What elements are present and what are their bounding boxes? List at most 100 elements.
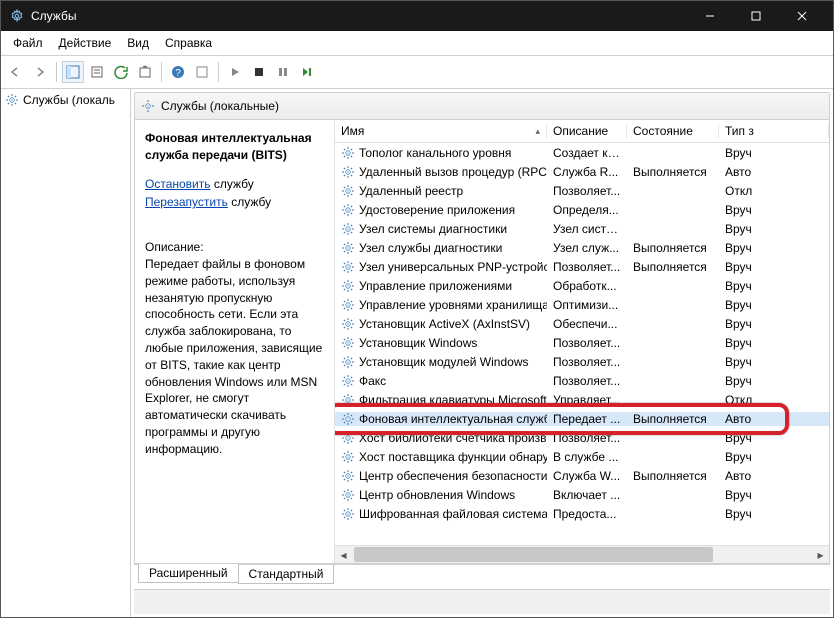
service-desc: Позволяет... bbox=[547, 431, 627, 445]
service-row[interactable]: Шифрованная файловая система (EFS)Предос… bbox=[335, 504, 829, 523]
tab-standard[interactable]: Стандартный bbox=[238, 565, 335, 584]
app-gear-icon bbox=[9, 8, 25, 24]
menu-help[interactable]: Справка bbox=[159, 34, 218, 52]
show-hide-tree-icon[interactable] bbox=[62, 61, 84, 83]
tree-root-label: Службы (локаль bbox=[23, 93, 115, 107]
minimize-button[interactable] bbox=[687, 1, 733, 31]
service-startup: Вруч bbox=[719, 374, 829, 388]
column-state[interactable]: Состояние bbox=[627, 124, 719, 138]
list-header-title: Службы (локальные) bbox=[161, 99, 279, 113]
service-row[interactable]: Управление уровнями хранилищаОптимизи...… bbox=[335, 295, 829, 314]
description-text: Передает файлы в фоновом режиме работы, … bbox=[145, 256, 324, 458]
window-title: Службы bbox=[31, 9, 687, 23]
service-row[interactable]: Установщик модулей WindowsПозволяет...Вр… bbox=[335, 352, 829, 371]
service-list[interactable]: Тополог канального уровняСоздает ка...Вр… bbox=[335, 143, 829, 545]
service-name: Центр обеспечения безопасности bbox=[359, 469, 547, 483]
column-name[interactable]: Имя▴ bbox=[335, 124, 547, 138]
gear-icon bbox=[341, 184, 355, 198]
service-desc: Позволяет... bbox=[547, 374, 627, 388]
service-row[interactable]: Узел системы диагностикиУзел систе...Вру… bbox=[335, 219, 829, 238]
service-row[interactable]: Установщик WindowsПозволяет...Вруч bbox=[335, 333, 829, 352]
maximize-button[interactable] bbox=[733, 1, 779, 31]
list-header-bar: Службы (локальные) bbox=[134, 92, 830, 120]
detail-panel: Фоновая интеллектуальная служба передачи… bbox=[135, 120, 335, 563]
service-row[interactable]: Фильтрация клавиатуры MicrosoftУправляет… bbox=[335, 390, 829, 409]
scroll-right-icon[interactable]: ▸ bbox=[812, 546, 829, 563]
service-startup: Вруч bbox=[719, 241, 829, 255]
service-name: Узел системы диагностики bbox=[359, 222, 507, 236]
pause-icon[interactable] bbox=[272, 61, 294, 83]
service-state: Выполняется bbox=[627, 412, 719, 426]
menu-file[interactable]: Файл bbox=[7, 34, 49, 52]
service-row[interactable]: Установщик ActiveX (AxInstSV)Обеспечи...… bbox=[335, 314, 829, 333]
service-desc: Управляет... bbox=[547, 393, 627, 407]
service-row[interactable]: Удаленный вызов процедур (RPC)Служба R..… bbox=[335, 162, 829, 181]
refresh-icon[interactable] bbox=[110, 61, 132, 83]
gear-icon bbox=[341, 374, 355, 388]
close-button[interactable] bbox=[779, 1, 825, 31]
gear-icon bbox=[341, 412, 355, 426]
tab-extended[interactable]: Расширенный bbox=[138, 564, 239, 583]
gear-icon bbox=[341, 146, 355, 160]
service-name: Центр обновления Windows bbox=[359, 488, 515, 502]
service-row[interactable]: Фоновая интеллектуальная служба п...Пере… bbox=[335, 409, 829, 428]
service-name: Хост поставщика функции обнаруже... bbox=[359, 450, 547, 464]
service-row[interactable]: Хост библиотеки счетчика производи...Поз… bbox=[335, 428, 829, 447]
horizontal-scrollbar[interactable]: ◂ ▸ bbox=[335, 545, 829, 563]
properties-icon[interactable] bbox=[86, 61, 108, 83]
help-icon[interactable]: ? bbox=[167, 61, 189, 83]
service-startup: Вруч bbox=[719, 203, 829, 217]
menu-view[interactable]: Вид bbox=[121, 34, 155, 52]
gear-icon bbox=[341, 507, 355, 521]
action-icon[interactable] bbox=[191, 61, 213, 83]
service-desc: В службе ... bbox=[547, 450, 627, 464]
service-desc: Оптимизи... bbox=[547, 298, 627, 312]
service-row[interactable]: ФаксПозволяет...Вруч bbox=[335, 371, 829, 390]
gear-icon bbox=[341, 298, 355, 312]
service-row[interactable]: Хост поставщика функции обнаруже...В слу… bbox=[335, 447, 829, 466]
service-row[interactable]: Центр обеспечения безопасностиСлужба W..… bbox=[335, 466, 829, 485]
menu-action[interactable]: Действие bbox=[53, 34, 118, 52]
service-row[interactable]: Узел службы диагностикиУзел служ...Выпол… bbox=[335, 238, 829, 257]
service-desc: Служба R... bbox=[547, 165, 627, 179]
service-startup: Авто bbox=[719, 412, 829, 426]
service-row[interactable]: Узел универсальных PNP-устройствПозволяе… bbox=[335, 257, 829, 276]
stop-icon[interactable] bbox=[248, 61, 270, 83]
service-row[interactable]: Тополог канального уровняСоздает ка...Вр… bbox=[335, 143, 829, 162]
restart-icon[interactable] bbox=[296, 61, 318, 83]
gear-icon bbox=[5, 93, 19, 107]
service-name: Тополог канального уровня bbox=[359, 146, 511, 160]
gear-icon bbox=[341, 336, 355, 350]
restart-service-link[interactable]: Перезапустить bbox=[145, 195, 228, 209]
service-row[interactable]: Центр обновления WindowsВключает ...Вруч bbox=[335, 485, 829, 504]
column-startup[interactable]: Тип з bbox=[719, 124, 829, 138]
export-icon[interactable] bbox=[134, 61, 156, 83]
service-row[interactable]: Удостоверение приложенияОпределя...Вруч bbox=[335, 200, 829, 219]
service-desc: Определя... bbox=[547, 203, 627, 217]
view-tabs: Расширенный Стандартный bbox=[134, 564, 830, 587]
service-state: Выполняется bbox=[627, 241, 719, 255]
service-row[interactable]: Управление приложениямиОбработк...Вруч bbox=[335, 276, 829, 295]
service-startup: Вруч bbox=[719, 507, 829, 521]
service-desc: Позволяет... bbox=[547, 336, 627, 350]
menubar: Файл Действие Вид Справка bbox=[1, 31, 833, 56]
service-desc: Включает ... bbox=[547, 488, 627, 502]
service-row[interactable]: Удаленный реестрПозволяет...Откл bbox=[335, 181, 829, 200]
service-desc: Позволяет... bbox=[547, 355, 627, 369]
play-icon[interactable] bbox=[224, 61, 246, 83]
back-icon[interactable] bbox=[5, 61, 27, 83]
gear-icon bbox=[341, 355, 355, 369]
column-description[interactable]: Описание bbox=[547, 124, 627, 138]
description-label: Описание: bbox=[145, 239, 324, 256]
tree-root-item[interactable]: Службы (локаль bbox=[5, 93, 126, 107]
service-startup: Авто bbox=[719, 469, 829, 483]
service-name: Узел службы диагностики bbox=[359, 241, 502, 255]
stop-service-link[interactable]: Остановить bbox=[145, 177, 211, 191]
service-startup: Вруч bbox=[719, 298, 829, 312]
service-name: Хост библиотеки счетчика производи... bbox=[359, 431, 547, 445]
scroll-left-icon[interactable]: ◂ bbox=[335, 546, 352, 563]
tree-panel: Службы (локаль bbox=[1, 89, 131, 617]
service-startup: Вруч bbox=[719, 317, 829, 331]
forward-icon[interactable] bbox=[29, 61, 51, 83]
service-state: Выполняется bbox=[627, 260, 719, 274]
